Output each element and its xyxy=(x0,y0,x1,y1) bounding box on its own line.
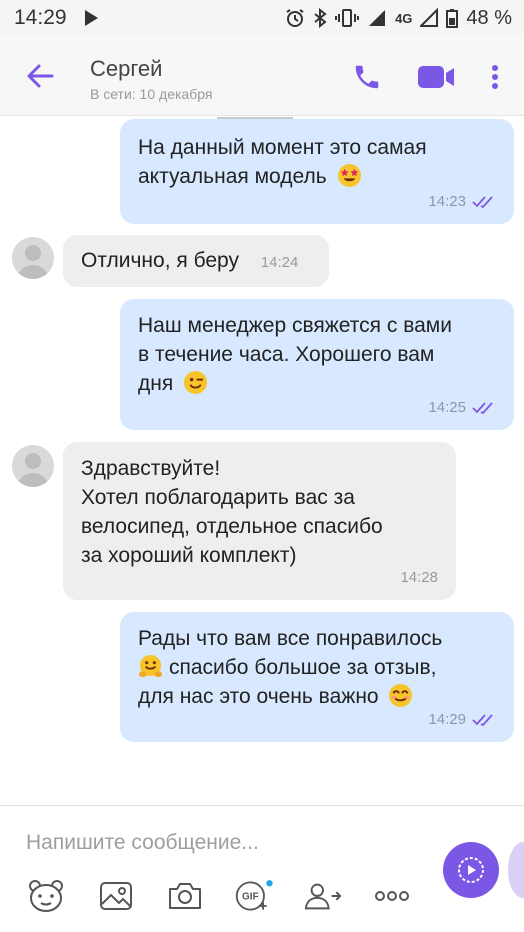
message-time: 14:25 xyxy=(428,399,466,416)
back-button[interactable] xyxy=(22,58,58,94)
share-contact-icon xyxy=(304,883,342,910)
sticker-icon xyxy=(29,880,63,912)
video-call-button[interactable] xyxy=(416,62,456,92)
contact-name[interactable]: Сергей xyxy=(90,56,162,82)
message-text-line: актуальная модель xyxy=(138,165,327,188)
video-message-icon xyxy=(458,857,484,883)
more-horizontal-icon xyxy=(375,891,409,901)
voice-message-button[interactable] xyxy=(508,842,524,898)
vibrate-icon xyxy=(335,8,360,28)
network-type: 4G xyxy=(395,10,413,26)
phone-icon xyxy=(355,65,379,89)
incoming-message[interactable]: Здравствуйте! Хотел поблагодарить вас за… xyxy=(63,442,456,600)
more-vertical-icon xyxy=(492,65,498,89)
message-time: 14:28 xyxy=(400,569,438,586)
message-time: 14:29 xyxy=(428,711,466,728)
message-text-line: для нас это очень важно xyxy=(138,685,379,708)
message-meta: 14:23 xyxy=(428,187,496,216)
message-text-line: Наш менеджер свяжется с вами xyxy=(138,314,452,337)
chat-header: Сергей В сети: 10 декабря xyxy=(0,36,524,116)
smiling-emoji-icon xyxy=(389,683,413,708)
star-struck-emoji-icon xyxy=(337,163,361,188)
call-button[interactable] xyxy=(352,62,382,92)
message-list[interactable]: На данный момент это самая актуальная мо… xyxy=(0,117,524,805)
gif-button[interactable]: GIF xyxy=(234,876,274,916)
bluetooth-icon xyxy=(313,8,327,28)
message-meta: 14:24 xyxy=(261,248,299,277)
signal-icon xyxy=(367,8,387,28)
avatar-placeholder-icon xyxy=(12,445,54,487)
message-text-line: в течение часа. Хорошего вам xyxy=(138,343,435,366)
camera-button[interactable] xyxy=(165,876,205,916)
camera-icon xyxy=(169,883,201,909)
svg-text:GIF: GIF xyxy=(242,892,259,903)
avatar[interactable] xyxy=(12,237,54,279)
battery-icon xyxy=(446,8,459,28)
outgoing-message[interactable]: Рады что вам все понравилось спасибо бол… xyxy=(120,612,514,742)
double-check-icon xyxy=(472,195,493,208)
gallery-icon xyxy=(100,882,132,910)
message-text-line: дня xyxy=(138,372,174,395)
message-text-line: за хороший комплект) xyxy=(81,544,297,567)
more-options-button[interactable] xyxy=(488,62,502,92)
double-check-icon xyxy=(472,713,493,726)
incoming-message[interactable]: Отлично, я беру 14:24 xyxy=(63,235,329,287)
play-icon xyxy=(84,10,98,26)
message-text-line: велосипед, отдельное спасибо xyxy=(81,515,383,538)
sticker-button[interactable] xyxy=(26,876,66,916)
wink-emoji-icon xyxy=(184,370,208,395)
message-time: 14:24 xyxy=(260,254,299,271)
share-contact-button[interactable] xyxy=(303,876,343,916)
status-bar: 14:29 4G 48 % xyxy=(0,0,524,36)
message-meta: 14:29 xyxy=(428,705,496,734)
more-attachments-button[interactable] xyxy=(372,876,412,916)
battery-percent: 48 % xyxy=(466,6,512,29)
status-time: 14:29 xyxy=(14,6,67,29)
status-icons: 4G 48 % xyxy=(285,0,512,36)
avatar-placeholder-icon xyxy=(12,237,54,279)
alarm-icon xyxy=(285,8,305,28)
message-text-line: На данный момент это самая xyxy=(138,136,427,159)
message-text-line: Отлично, я беру xyxy=(81,249,239,272)
message-text-line: спасибо большое за отзыв, xyxy=(169,656,437,679)
message-text-line: Рады что вам все понравилось xyxy=(138,627,443,650)
message-text-line: Хотел поблагодарить вас за xyxy=(81,486,355,509)
double-check-icon xyxy=(472,401,493,414)
avatar[interactable] xyxy=(12,445,54,487)
message-text-line: Здравствуйте! xyxy=(81,457,221,480)
gallery-button[interactable] xyxy=(96,876,136,916)
message-time: 14:23 xyxy=(428,193,466,210)
message-composer: GIF xyxy=(0,805,524,932)
signal-2-icon xyxy=(420,8,439,28)
contact-status: В сети: 10 декабря xyxy=(90,86,213,102)
gif-icon: GIF xyxy=(235,880,273,911)
arrow-left-icon xyxy=(27,64,54,88)
message-meta: 14:28 xyxy=(400,563,438,592)
hugging-emoji-icon xyxy=(138,654,163,678)
message-input[interactable] xyxy=(26,826,416,860)
record-video-message-button[interactable] xyxy=(443,842,499,898)
message-meta: 14:25 xyxy=(428,393,496,422)
outgoing-message[interactable]: На данный момент это самая актуальная мо… xyxy=(120,119,514,224)
outgoing-message[interactable]: Наш менеджер свяжется с вами в течение ч… xyxy=(120,299,514,430)
video-camera-icon xyxy=(418,66,454,88)
